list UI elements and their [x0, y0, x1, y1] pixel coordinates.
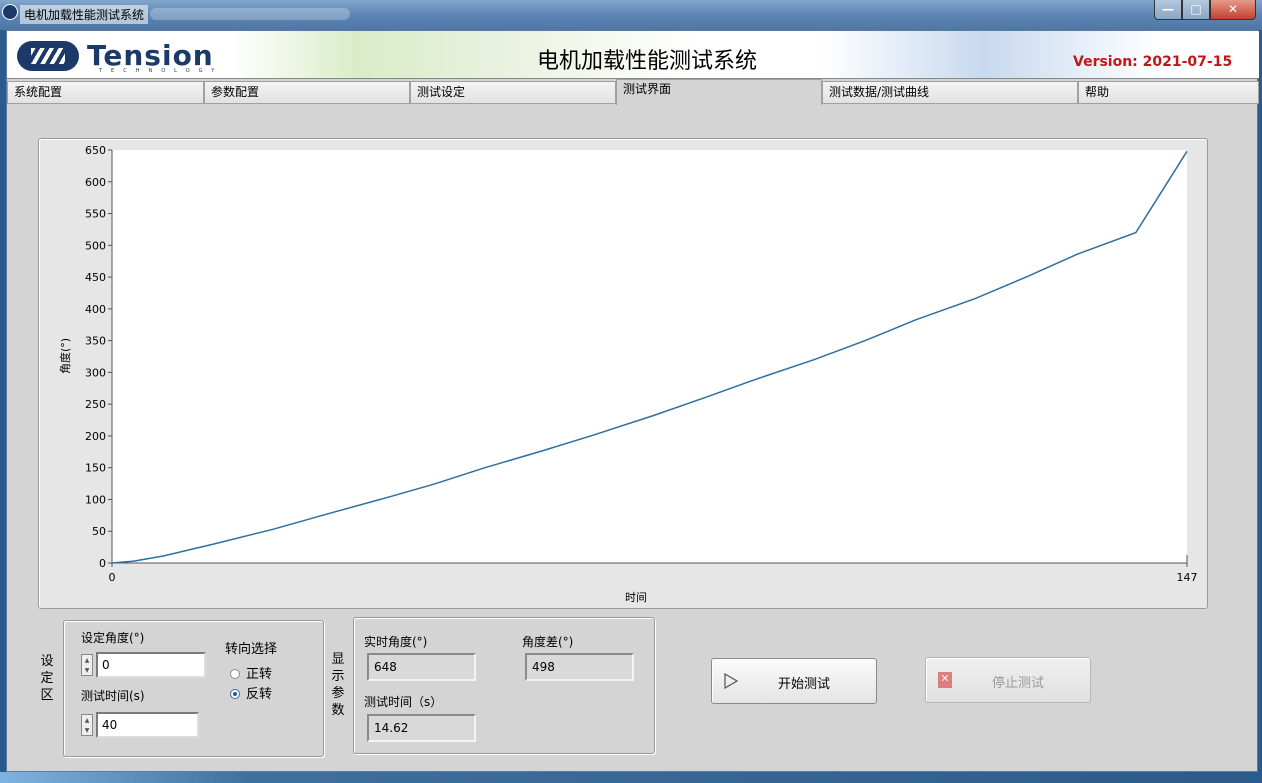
app-title: 电机加载性能测试系统 — [537, 49, 758, 74]
tab-test-interface[interactable]: 测试界面 — [616, 79, 822, 105]
display-test-time-label: 测试时间（s） — [364, 695, 443, 709]
spin-up-icon[interactable]: ▲ — [83, 716, 91, 725]
display-side-label: 显示参数 — [331, 652, 345, 718]
app-icon — [2, 4, 18, 20]
settings-side-label: 设定区 — [40, 654, 54, 703]
y-tick-label: 400 — [85, 303, 106, 316]
y-tick-label: 200 — [85, 430, 106, 443]
stop-test-label: 停止测试 — [991, 676, 1044, 691]
direction-forward-radio[interactable]: 正转 — [230, 663, 272, 682]
radio-selected-icon — [230, 689, 240, 699]
y-tick-label: 100 — [85, 493, 106, 506]
y-tick-label: 650 — [85, 144, 106, 157]
client-area: Tension TECHNOLOGY 电机加载性能测试系统 Version: 2… — [6, 30, 1259, 772]
app-window: 电机加载性能测试系统 — □ ✕ Tension TECHNOLOGY 电机加载… — [0, 0, 1262, 783]
y-tick-label: 600 — [85, 176, 106, 189]
set-angle-control: ▲ ▼ 0 — [81, 652, 206, 678]
start-test-button[interactable]: 开始测试 — [711, 658, 877, 704]
spin-up-icon[interactable]: ▲ — [83, 656, 91, 665]
tab-test-data-curve[interactable]: 测试数据/测试曲线 — [822, 81, 1078, 103]
y-tick-label: 300 — [85, 366, 106, 379]
title-bar-blur — [150, 8, 350, 20]
display-test-time-indicator: 14.62 — [367, 714, 476, 742]
y-tick-label: 350 — [85, 335, 106, 348]
logo-badge-icon — [17, 41, 79, 71]
direction-reverse-radio[interactable]: 反转 — [230, 683, 272, 702]
angle-diff-label: 角度差(°) — [522, 635, 574, 649]
window-title: 电机加载性能测试系统 — [20, 5, 149, 24]
test-time-input[interactable]: 40 — [96, 712, 199, 738]
tab-system-config[interactable]: 系统配置 — [7, 81, 204, 103]
spin-down-icon[interactable]: ▼ — [83, 726, 91, 735]
start-test-label: 开始测试 — [777, 677, 830, 692]
x-axis-label: 时间 — [625, 591, 647, 604]
logo-subtitle: TECHNOLOGY — [99, 68, 224, 74]
title-bar[interactable]: 电机加载性能测试系统 — □ ✕ — [0, 0, 1262, 30]
y-axis: 0 50 100 150 200 250 300 350 400 450 500 550 600 650 — [85, 144, 113, 570]
y-tick-label: 150 — [85, 462, 106, 475]
radio-unselected-icon — [230, 669, 240, 679]
test-time-spinner[interactable]: ▲ ▼ — [81, 714, 93, 736]
angle-diff-indicator: 498 — [525, 653, 634, 681]
tab-help[interactable]: 帮助 — [1078, 81, 1259, 103]
angle-chart: 050100150200250300350400450500550600650 … — [58, 144, 1198, 604]
minimize-button[interactable]: — — [1154, 0, 1182, 20]
direction-label: 转向选择 — [225, 642, 278, 657]
stop-test-button[interactable]: ✕ 停止测试 — [925, 657, 1091, 703]
tab-bar: 系统配置 参数配置 测试设定 测试界面 测试数据/测试曲线 帮助 — [7, 79, 1259, 105]
settings-panel: 设定角度(°) ▲ ▼ 0 测试时间(s) ▲ ▼ 40 转向选择 正转 反转 — [63, 620, 324, 757]
angle-chart-frame: 0 50 100 150 200 250 300 350 400 450 500 550 600 650 … — [38, 138, 1208, 609]
tab-test-settings[interactable]: 测试设定 — [410, 81, 616, 103]
close-button[interactable]: ✕ — [1210, 0, 1256, 20]
realtime-angle-indicator: 648 — [367, 653, 476, 681]
x-tick-label: 147 — [1177, 571, 1198, 584]
test-time-control: ▲ ▼ 40 — [81, 712, 201, 738]
plot-area — [112, 150, 1187, 563]
taskbar — [0, 772, 1262, 783]
test-time-label: 测试时间(s) — [81, 689, 145, 703]
x-tick-label: 0 — [109, 571, 116, 584]
banner: Tension TECHNOLOGY 电机加载性能测试系统 Version: 2… — [7, 31, 1259, 79]
y-tick-label: 50 — [92, 525, 106, 538]
y-tick-label: 500 — [85, 239, 106, 252]
tension-logo: Tension TECHNOLOGY — [17, 39, 237, 74]
tab-param-config[interactable]: 参数配置 — [204, 81, 410, 103]
set-angle-label: 设定角度(°) — [81, 631, 145, 645]
y-tick-label: 0 — [99, 557, 106, 570]
realtime-angle-label: 实时角度(°) — [364, 635, 428, 649]
y-tick-label: 250 — [85, 398, 106, 411]
set-angle-input[interactable]: 0 — [96, 652, 206, 678]
spin-down-icon[interactable]: ▼ — [83, 666, 91, 675]
version-label: Version: 2021-07-15 — [1073, 54, 1233, 70]
y-tick-label: 450 — [85, 271, 106, 284]
maximize-button[interactable]: □ — [1182, 0, 1210, 20]
display-panel: 实时角度(°) 648 角度差(°) 498 测试时间（s） 14.62 — [353, 617, 655, 754]
window-controls: — □ ✕ — [1154, 0, 1256, 20]
y-axis-label: 角度(°) — [58, 338, 72, 374]
y-tick-label: 550 — [85, 208, 106, 221]
set-angle-spinner[interactable]: ▲ ▼ — [81, 654, 93, 676]
